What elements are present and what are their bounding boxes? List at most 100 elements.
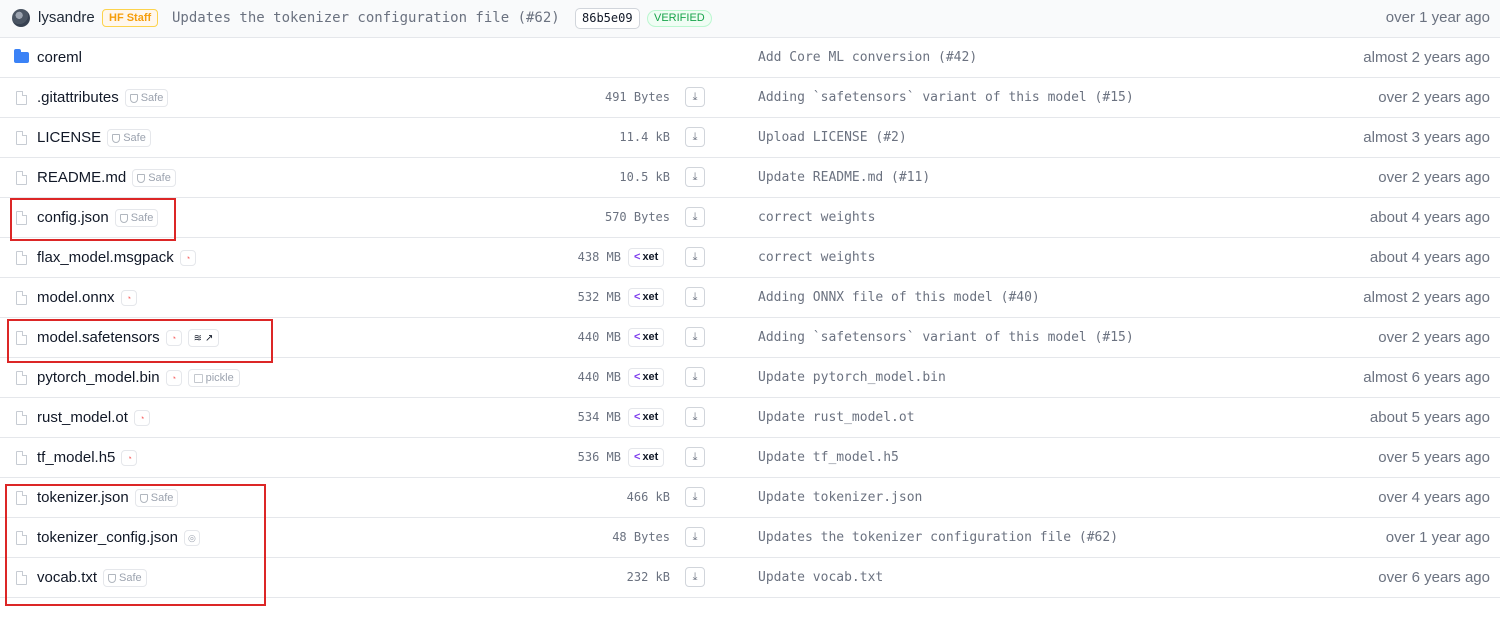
file-commit-message[interactable]: Update vocab.txt <box>758 570 883 585</box>
file-commit-message[interactable]: Adding `safetensors` variant of this mod… <box>758 330 1134 345</box>
folder-commit-time: almost 2 years ago <box>1363 49 1490 66</box>
safe-label: Safe <box>148 172 171 184</box>
file-row[interactable]: pytorch_model.bin ◔ pickle 440 MB < xet ⤓… <box>0 358 1500 398</box>
scan-pending-icon[interactable]: ◎ <box>183 530 200 546</box>
safe-label: Safe <box>130 212 154 224</box>
file-commit-message[interactable]: Updates the tokenizer configuration file… <box>758 530 1118 545</box>
file-size: 232 kB <box>626 570 670 584</box>
scan-status-icon[interactable]: ◔ <box>120 290 137 306</box>
download-icon[interactable]: ⤓ <box>685 167 705 187</box>
scan-status-icon[interactable]: ◔ <box>133 410 150 426</box>
file-size: 440 MB <box>577 370 621 384</box>
hf-staff-badge: HF Staff <box>102 9 159 27</box>
download-icon[interactable]: ⤓ <box>685 327 705 347</box>
file-icon <box>16 91 27 105</box>
file-commit-message[interactable]: Adding ONNX file of this model (#40) <box>758 290 1040 305</box>
folder-row-coreml[interactable]: coreml Add Core ML conversion (#42) almo… <box>0 38 1500 78</box>
file-row[interactable]: tokenizer_config.json ◎ 48 Bytes ⤓ Updat… <box>0 518 1500 558</box>
safe-badge[interactable]: Safe <box>103 569 147 587</box>
file-name[interactable]: LICENSE <box>37 129 101 147</box>
file-commit-message[interactable]: Update tf_model.h5 <box>758 450 899 465</box>
file-name[interactable]: tokenizer_config.json <box>37 529 178 547</box>
safetensors-viewer-button[interactable]: ≋ ↗ <box>187 329 220 347</box>
download-icon[interactable]: ⤓ <box>685 447 705 467</box>
file-row[interactable]: tf_model.h5 ◔ 536 MB < xet ⤓ Update tf_mo… <box>0 438 1500 478</box>
file-row[interactable]: vocab.txt Safe 232 kB ⤓ Update vocab.txt… <box>0 558 1500 598</box>
xet-badge[interactable]: < xet <box>628 288 665 307</box>
commit-author[interactable]: lysandre <box>38 9 95 26</box>
file-name[interactable]: README.md <box>37 169 126 187</box>
xet-icon: < <box>634 251 641 263</box>
safe-badge[interactable]: Safe <box>132 169 176 187</box>
safe-label: Safe <box>119 572 142 584</box>
file-name[interactable]: .gitattributes <box>37 89 119 107</box>
file-icon <box>16 131 27 145</box>
folder-commit-message[interactable]: Add Core ML conversion (#42) <box>758 50 977 65</box>
file-row[interactable]: .gitattributes Safe 491 Bytes ⤓ Adding `… <box>0 78 1500 118</box>
download-icon[interactable]: ⤓ <box>685 487 705 507</box>
file-row[interactable]: LICENSE Safe 11.4 kB ⤓ Upload LICENSE (#… <box>0 118 1500 158</box>
scan-status-icon[interactable]: ◔ <box>179 250 196 266</box>
xet-badge[interactable]: < xet <box>628 328 665 347</box>
download-icon[interactable]: ⤓ <box>685 527 705 547</box>
xet-badge[interactable]: < xet <box>628 248 665 267</box>
file-name[interactable]: rust_model.ot <box>37 409 128 427</box>
xet-label: xet <box>642 291 659 303</box>
file-name[interactable]: model.onnx <box>37 289 115 307</box>
shield-icon <box>137 173 146 183</box>
file-row[interactable]: config.json Safe 570 Bytes ⤓ correct wei… <box>0 198 1500 238</box>
download-icon[interactable]: ⤓ <box>685 127 705 147</box>
xet-badge[interactable]: < xet <box>628 368 665 387</box>
safe-badge[interactable]: Safe <box>114 209 159 227</box>
file-row[interactable]: model.onnx ◔ 532 MB < xet ⤓ Adding ONNX f… <box>0 278 1500 318</box>
file-name[interactable]: flax_model.msgpack <box>37 249 174 267</box>
file-commit-message[interactable]: correct weights <box>758 250 875 265</box>
download-icon[interactable]: ⤓ <box>685 367 705 387</box>
file-commit-message[interactable]: Update README.md (#11) <box>758 170 930 185</box>
download-icon[interactable]: ⤓ <box>685 287 705 307</box>
file-name[interactable]: config.json <box>37 209 109 227</box>
file-name[interactable]: model.safetensors <box>37 329 160 347</box>
commit-message[interactable]: Updates the tokenizer configuration file… <box>172 10 560 26</box>
xet-icon: < <box>634 371 641 383</box>
download-icon[interactable]: ⤓ <box>685 407 705 427</box>
xet-label: xet <box>642 331 659 343</box>
file-size: 11.4 kB <box>619 130 670 144</box>
xet-badge[interactable]: < xet <box>628 448 665 467</box>
download-icon[interactable]: ⤓ <box>685 207 705 227</box>
safe-badge[interactable]: Safe <box>107 129 151 147</box>
author-avatar[interactable] <box>12 9 30 27</box>
download-icon[interactable]: ⤓ <box>685 87 705 107</box>
file-commit-message[interactable]: Update pytorch_model.bin <box>758 370 946 385</box>
safe-badge[interactable]: Safe <box>124 89 169 107</box>
file-commit-message[interactable]: Adding `safetensors` variant of this mod… <box>758 90 1134 105</box>
safe-badge[interactable]: Safe <box>134 489 179 507</box>
file-name[interactable]: vocab.txt <box>37 569 97 587</box>
file-name[interactable]: tf_model.h5 <box>37 449 115 467</box>
file-row[interactable]: README.md Safe 10.5 kB ⤓ Update README.m… <box>0 158 1500 198</box>
file-icon <box>16 451 27 465</box>
file-commit-message[interactable]: Update tokenizer.json <box>758 490 922 505</box>
file-commit-message[interactable]: correct weights <box>758 210 875 225</box>
folder-name[interactable]: coreml <box>37 49 82 67</box>
file-commit-message[interactable]: Upload LICENSE (#2) <box>758 130 907 145</box>
file-commit-time: over 2 years ago <box>1378 89 1490 106</box>
download-icon[interactable]: ⤓ <box>685 567 705 587</box>
file-row[interactable]: tokenizer.json Safe 466 kB ⤓ Update toke… <box>0 478 1500 518</box>
download-icon[interactable]: ⤓ <box>685 247 705 267</box>
file-name[interactable]: pytorch_model.bin <box>37 369 160 387</box>
scan-status-icon[interactable]: ◔ <box>165 330 182 346</box>
file-icon <box>16 331 27 345</box>
pickle-badge[interactable]: pickle <box>187 369 240 387</box>
xet-badge[interactable]: < xet <box>628 408 665 427</box>
file-row[interactable]: model.safetensors ◔ ≋ ↗ 440 MB < xet ⤓ Add… <box>0 318 1500 358</box>
scan-status-icon[interactable]: ◔ <box>165 370 182 386</box>
file-commit-message[interactable]: Update rust_model.ot <box>758 410 915 425</box>
file-name[interactable]: tokenizer.json <box>37 489 129 507</box>
file-commit-time: almost 3 years ago <box>1363 129 1490 146</box>
scan-status-icon[interactable]: ◔ <box>121 450 138 466</box>
file-icon <box>16 251 27 265</box>
file-row[interactable]: rust_model.ot ◔ 534 MB < xet ⤓ Update rus… <box>0 398 1500 438</box>
commit-sha[interactable]: 86b5e09 <box>575 8 640 29</box>
file-row[interactable]: flax_model.msgpack ◔ 438 MB < xet ⤓ corre… <box>0 238 1500 278</box>
